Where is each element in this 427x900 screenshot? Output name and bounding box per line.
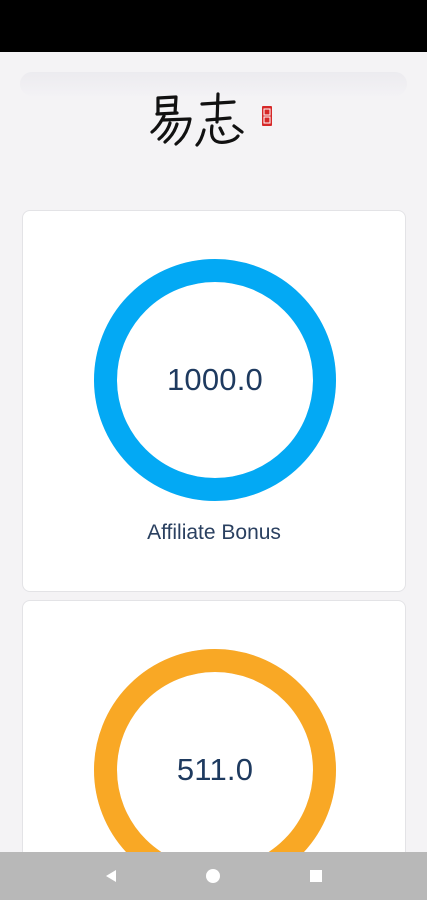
back-triangle-icon xyxy=(106,870,117,882)
home-circle-icon xyxy=(206,869,221,883)
app-screen: 1000.0 Affiliate Bonus 511.0 xyxy=(0,52,427,852)
status-bar xyxy=(0,0,427,52)
recents-button[interactable] xyxy=(296,856,336,896)
logo-icon xyxy=(150,92,272,147)
second-stat-card[interactable]: 511.0 xyxy=(22,600,406,852)
home-button[interactable] xyxy=(193,856,233,896)
card-label: Affiliate Bonus xyxy=(147,521,281,544)
system-nav-bar xyxy=(0,852,427,900)
progress-ring: 1000.0 xyxy=(93,258,337,502)
progress-ring: 511.0 xyxy=(93,648,337,852)
affiliate-bonus-card[interactable]: 1000.0 Affiliate Bonus xyxy=(22,210,406,592)
back-button[interactable] xyxy=(91,856,131,896)
recents-square-icon xyxy=(309,870,322,882)
stat-value: 511.0 xyxy=(176,752,254,787)
bonus-value: 1000.0 xyxy=(166,362,264,397)
calligraphy-logo xyxy=(150,92,280,158)
